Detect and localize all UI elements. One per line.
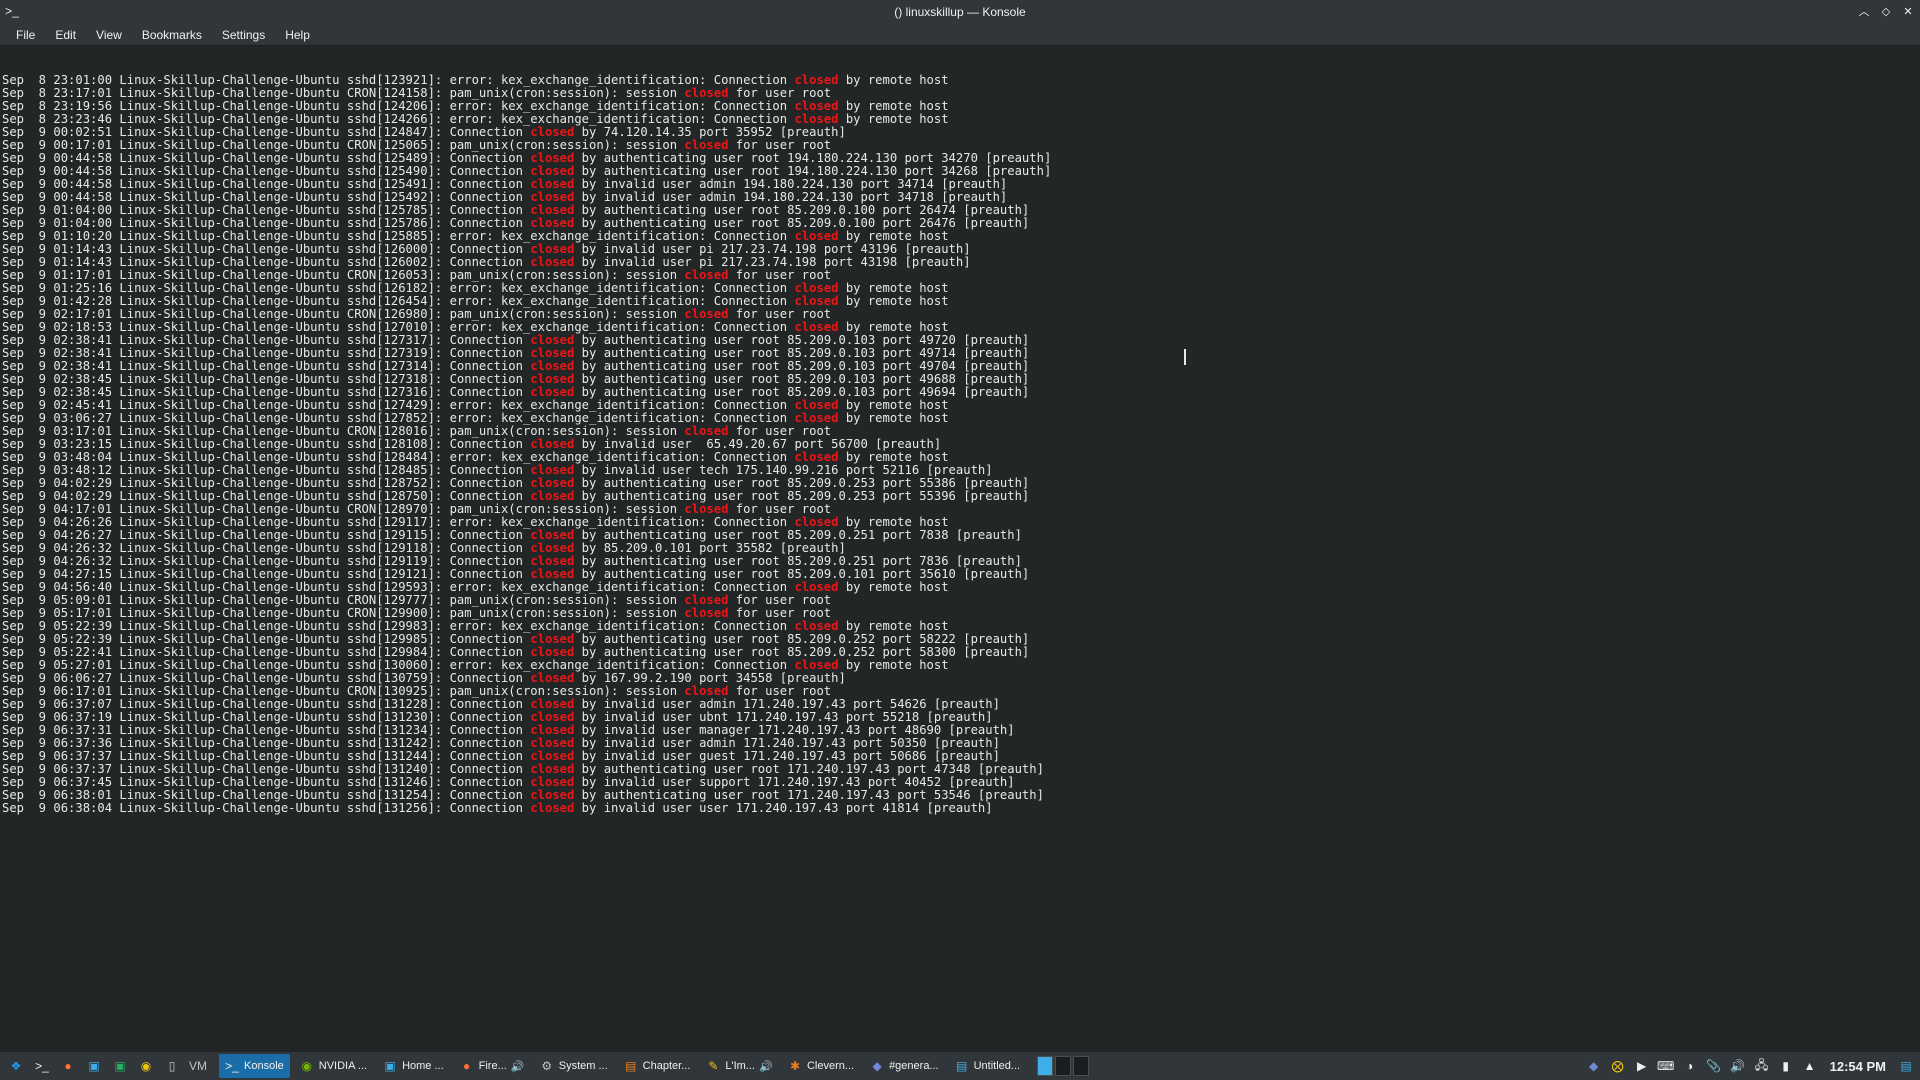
network-tray-icon[interactable]: 🖧: [1752, 1056, 1772, 1076]
task-genera-icon: ◆: [870, 1059, 884, 1073]
task-nvidia[interactable]: ◉ NVIDIA ...: [294, 1054, 373, 1078]
task-konsole-label: Konsole: [244, 1060, 284, 1072]
task-home-icon: ▣: [383, 1059, 397, 1073]
task-untitled-label: Untitled...: [974, 1060, 1020, 1072]
task-konsole[interactable]: >_ Konsole: [219, 1054, 290, 1078]
task-clevern[interactable]: ✱ Clevern...: [782, 1054, 860, 1078]
show-desktop-icon[interactable]: ▤: [1896, 1056, 1916, 1076]
maximize-icon[interactable]: ◇: [1878, 3, 1894, 19]
task-nvidia-icon: ◉: [300, 1059, 314, 1073]
battery-tray-icon[interactable]: ▮: [1776, 1056, 1796, 1076]
menu-file[interactable]: File: [6, 26, 45, 44]
log-line: Sep 9 06:38:04 Linux-Skillup-Challenge-U…: [2, 802, 1918, 815]
titlebar: >_ () linuxskillup — Konsole ︿ ◇ ✕: [0, 0, 1920, 24]
task-untitled-icon: ▤: [955, 1059, 969, 1073]
task-firefox-icon: ●: [460, 1059, 474, 1073]
task-system[interactable]: ⚙ System ...: [534, 1054, 614, 1078]
discord-tray-icon[interactable]: ◆: [1584, 1056, 1604, 1076]
task-genera-label: #genera...: [889, 1060, 939, 1072]
taskbar: ❖>_●▣▣◉▯VM >_Konsole◉NVIDIA ...▣Home ...…: [0, 1052, 1920, 1080]
task-nvidia-label: NVIDIA ...: [319, 1060, 367, 1072]
image-icon[interactable]: ▣: [108, 1054, 132, 1078]
task-konsole-icon: >_: [225, 1059, 239, 1073]
vm-icon[interactable]: VM: [186, 1054, 210, 1078]
desktop-switcher[interactable]: [1037, 1056, 1089, 1076]
menu-view[interactable]: View: [86, 26, 132, 44]
keyboard-tray-icon[interactable]: ⌨: [1656, 1056, 1676, 1076]
clipboard-tray-icon[interactable]: 📎: [1704, 1056, 1724, 1076]
phone-icon[interactable]: ▯: [160, 1054, 184, 1078]
task-clevern-label: Clevern...: [807, 1060, 854, 1072]
terminal-launch-icon[interactable]: >_: [30, 1054, 54, 1078]
task-chapter-icon: ▤: [624, 1059, 638, 1073]
desktop-1[interactable]: [1037, 1056, 1053, 1076]
task-untitled[interactable]: ▤ Untitled...: [949, 1054, 1026, 1078]
task-lim-icon: ✎: [706, 1059, 720, 1073]
chrome-icon[interactable]: ◉: [134, 1054, 158, 1078]
menu-settings[interactable]: Settings: [212, 26, 275, 44]
text-cursor: [1184, 349, 1186, 365]
minimize-icon[interactable]: ︿: [1856, 3, 1872, 19]
menu-help[interactable]: Help: [275, 26, 320, 44]
media-tray-icon[interactable]: ▶: [1632, 1056, 1652, 1076]
menubar: FileEditViewBookmarksSettingsHelp: [0, 24, 1920, 46]
task-home-label: Home ...: [402, 1060, 444, 1072]
task-system-icon: ⚙: [540, 1059, 554, 1073]
firefox-icon[interactable]: ●: [56, 1054, 80, 1078]
audio-indicator-icon[interactable]: 🔊: [512, 1060, 524, 1073]
audio-indicator-icon[interactable]: 🔊: [760, 1060, 772, 1073]
terminal-icon: >_: [4, 3, 20, 19]
task-chapter-label: Chapter...: [643, 1060, 691, 1072]
task-clevern-icon: ✱: [788, 1059, 802, 1073]
taskbar-clock[interactable]: 12:54 PM: [1824, 1059, 1892, 1074]
terminal-output[interactable]: Sep 8 23:01:00 Linux-Skillup-Challenge-U…: [0, 46, 1920, 1052]
task-chapter[interactable]: ▤ Chapter...: [618, 1054, 697, 1078]
files-icon[interactable]: ▣: [82, 1054, 106, 1078]
status-tray-icon[interactable]: ⨂: [1608, 1056, 1628, 1076]
close-icon[interactable]: ✕: [1900, 3, 1916, 19]
task-system-label: System ...: [559, 1060, 608, 1072]
task-genera[interactable]: ◆ #genera...: [864, 1054, 945, 1078]
window-title: () linuxskillup — Konsole: [894, 5, 1025, 19]
task-firefox-label: Fire...: [479, 1060, 507, 1072]
kde-start-icon[interactable]: ❖: [4, 1054, 28, 1078]
steam-tray-icon[interactable]: ◑: [1680, 1056, 1700, 1076]
task-firefox[interactable]: ● Fire... 🔊: [454, 1054, 530, 1078]
volume-tray-icon[interactable]: 🔊: [1728, 1056, 1748, 1076]
menu-bookmarks[interactable]: Bookmarks: [132, 26, 212, 44]
task-lim-label: L'Im...: [725, 1060, 755, 1072]
desktop-3[interactable]: [1073, 1056, 1089, 1076]
task-lim[interactable]: ✎ L'Im... 🔊: [700, 1054, 778, 1078]
task-home[interactable]: ▣ Home ...: [377, 1054, 450, 1078]
desktop-2[interactable]: [1055, 1056, 1071, 1076]
expand-tray-icon[interactable]: ▲: [1800, 1056, 1820, 1076]
menu-edit[interactable]: Edit: [45, 26, 86, 44]
